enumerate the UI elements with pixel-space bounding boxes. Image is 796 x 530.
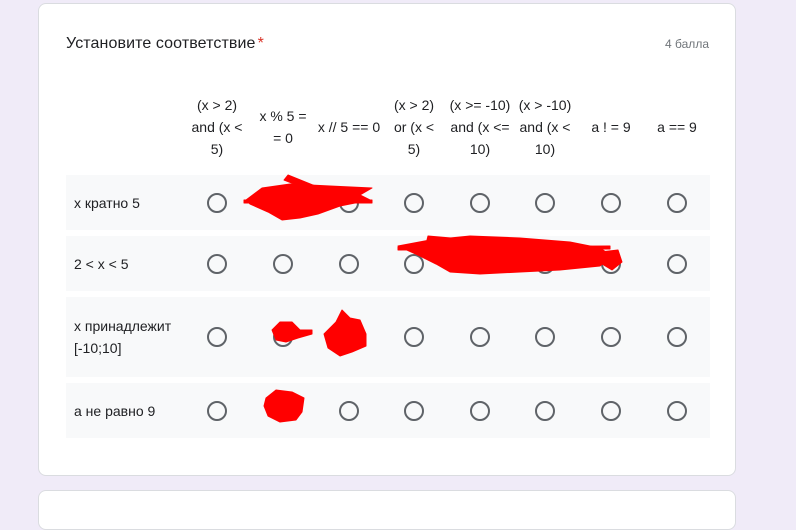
column-header: a == 9 (657, 119, 697, 135)
next-question-card (38, 490, 736, 530)
radio-option[interactable] (470, 327, 490, 347)
grid-row: а не равно 9 (66, 383, 710, 438)
radio-option[interactable] (207, 327, 227, 347)
radio-option[interactable] (273, 254, 293, 274)
radio-option[interactable] (273, 193, 293, 213)
radio-option[interactable] (535, 327, 555, 347)
radio-option[interactable] (667, 327, 687, 347)
grid-row: х кратно 5 (66, 175, 710, 230)
row-label: х принадлежит [-10;10] (74, 318, 172, 356)
question-title: Установите соответствие * (66, 35, 264, 53)
radio-option[interactable] (535, 401, 555, 421)
radio-option[interactable] (339, 193, 359, 213)
column-header: x % 5 = = 0 (259, 108, 307, 146)
column-header: (x >= -10) and (x <= 10) (449, 97, 511, 157)
radio-option[interactable] (535, 193, 555, 213)
radio-option[interactable] (339, 401, 359, 421)
required-asterisk: * (257, 35, 264, 52)
column-header: x // 5 == 0 (317, 119, 381, 135)
column-header: (x > 2) or (x < 5) (393, 97, 435, 157)
radio-option[interactable] (667, 193, 687, 213)
choice-grid: (x > 2) and (x < 5) x % 5 = = 0 x // 5 =… (66, 82, 710, 438)
row-label: а не равно 9 (74, 402, 156, 419)
radio-option[interactable] (470, 193, 490, 213)
question-title-text: Установите соответствие (66, 35, 256, 52)
row-label: х кратно 5 (74, 194, 140, 211)
radio-option[interactable] (404, 401, 424, 421)
radio-option[interactable] (404, 193, 424, 213)
column-header: (x > 2) and (x < 5) (191, 97, 243, 157)
radio-option[interactable] (470, 254, 490, 274)
radio-option[interactable] (273, 401, 293, 421)
radio-option[interactable] (667, 254, 687, 274)
radio-option[interactable] (339, 327, 359, 347)
radio-option[interactable] (470, 401, 490, 421)
radio-option[interactable] (601, 254, 621, 274)
grid-header: (x > 2) and (x < 5) x % 5 = = 0 x // 5 =… (66, 82, 710, 172)
row-label: 2 < x < 5 (74, 255, 129, 272)
radio-option[interactable] (601, 327, 621, 347)
radio-option[interactable] (273, 327, 293, 347)
column-header: (x > -10) and (x < 10) (518, 97, 572, 157)
radio-option[interactable] (667, 401, 687, 421)
radio-option[interactable] (207, 401, 227, 421)
radio-option[interactable] (601, 401, 621, 421)
grid-row: 2 < x < 5 (66, 236, 710, 291)
grid-row: х принадлежит [-10;10] (66, 297, 710, 377)
question-card: Установите соответствие * 4 балла (x > 2)… (38, 3, 736, 476)
radio-option[interactable] (535, 254, 555, 274)
radio-option[interactable] (404, 254, 424, 274)
radio-option[interactable] (207, 254, 227, 274)
radio-option[interactable] (404, 327, 424, 347)
column-header: a ! = 9 (591, 119, 631, 135)
radio-option[interactable] (207, 193, 227, 213)
points-label: 4 балла (665, 37, 709, 51)
radio-option[interactable] (339, 254, 359, 274)
radio-option[interactable] (601, 193, 621, 213)
